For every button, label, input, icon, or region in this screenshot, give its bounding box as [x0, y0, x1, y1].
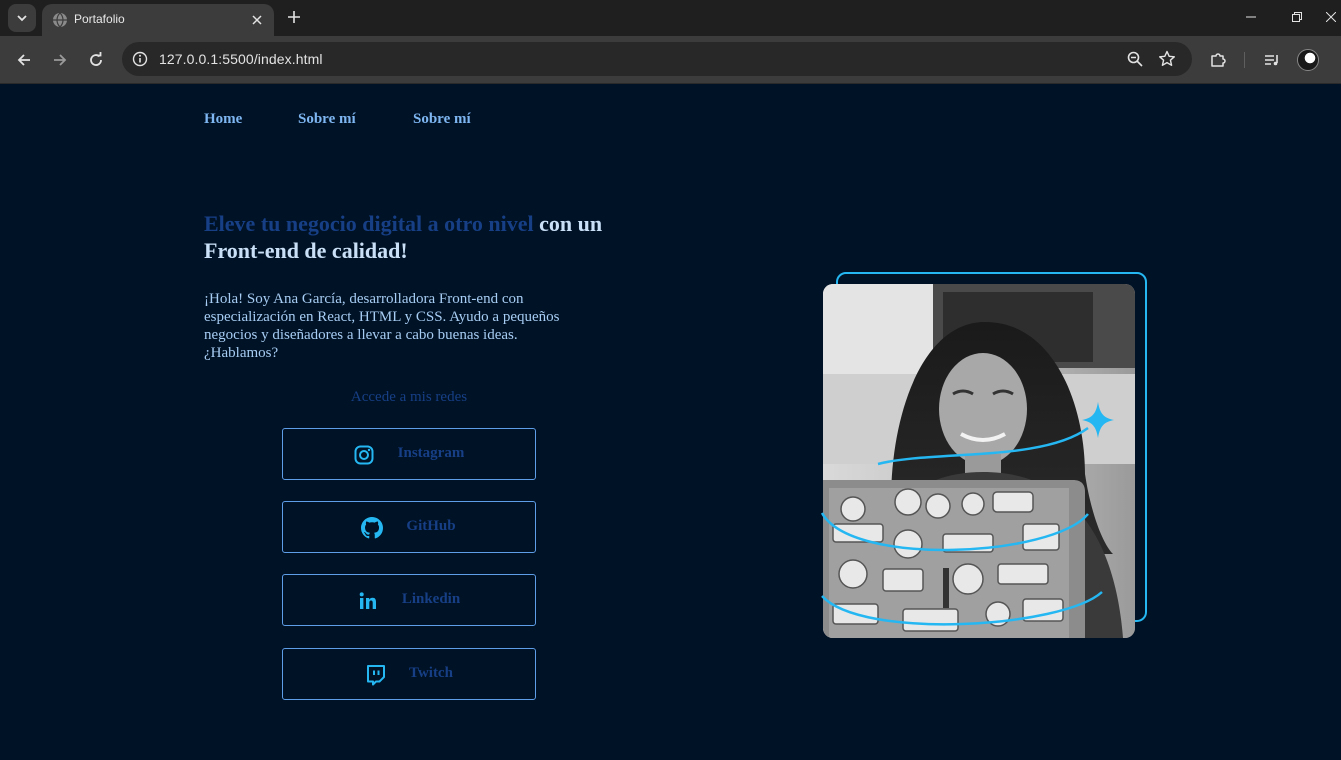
reload-icon	[90, 52, 102, 66]
profile-avatar[interactable]	[1297, 49, 1319, 71]
globe-icon	[53, 12, 67, 28]
close-icon	[252, 15, 262, 25]
reload-button[interactable]	[84, 48, 108, 72]
close-window-button[interactable]	[1320, 0, 1341, 34]
new-tab-button[interactable]	[284, 7, 304, 27]
tab-close-button[interactable]	[248, 11, 266, 29]
close-icon	[1325, 12, 1336, 22]
nav-link-home[interactable]: Home	[204, 111, 298, 128]
minimize-icon	[1246, 16, 1256, 18]
browser-toolbar: 127.0.0.1:5500/index.html	[0, 36, 1341, 84]
nav-link-sobre-mi[interactable]: Sobre mí	[298, 111, 413, 128]
instagram-button[interactable]: Instagram	[282, 428, 536, 480]
bookmark-star-icon[interactable]	[1158, 50, 1176, 68]
chevron-down-icon	[17, 15, 27, 22]
minimize-button[interactable]	[1228, 0, 1274, 34]
restore-button[interactable]	[1274, 0, 1320, 34]
puzzle-icon	[1211, 53, 1226, 67]
github-label: GitHub	[406, 518, 456, 534]
instagram-label: Instagram	[397, 445, 465, 461]
toolbar-separator	[1244, 52, 1245, 68]
restore-icon	[1292, 12, 1302, 22]
twitch-button[interactable]: Twitch	[282, 648, 536, 700]
hero-title-accent: Eleve tu negocio digital a otro nivel	[204, 211, 534, 236]
forward-button[interactable]	[48, 48, 72, 72]
hero-title: Eleve tu negocio digital a otro nivel co…	[204, 210, 624, 264]
decorative-orbit-lines	[820, 402, 1114, 626]
nav-link-sobre-mi-2[interactable]: Sobre mí	[413, 111, 471, 128]
zoom-icon[interactable]	[1126, 50, 1144, 68]
hero-description: ¡Hola! Soy Ana García, desarrolladora Fr…	[204, 291, 560, 361]
address-bar[interactable]: 127.0.0.1:5500/index.html	[122, 42, 1192, 76]
tab-title: Portafolio	[74, 12, 125, 26]
main-nav: Home Sobre mí Sobre mí	[204, 111, 471, 128]
site-info-icon[interactable]	[132, 51, 148, 67]
arrow-right-icon	[54, 54, 67, 66]
linkedin-label: Linkedin	[401, 591, 461, 607]
linkedin-button[interactable]: Linkedin	[282, 574, 536, 626]
github-button[interactable]: GitHub	[282, 501, 536, 553]
tab-search-button[interactable]	[8, 4, 36, 32]
plus-icon	[288, 11, 300, 23]
back-button[interactable]	[12, 48, 36, 72]
media-controls-button[interactable]	[1262, 50, 1282, 70]
social-section-label: Accede a mis redes	[350, 389, 468, 405]
arrow-left-icon	[17, 54, 30, 66]
sparkle-star-icon	[1082, 402, 1114, 438]
extensions-button[interactable]	[1208, 50, 1228, 70]
browser-tab[interactable]: Portafolio	[42, 4, 274, 36]
browser-tab-bar: Portafolio	[0, 0, 1341, 36]
twitch-label: Twitch	[409, 665, 453, 681]
url-text[interactable]: 127.0.0.1:5500/index.html	[159, 51, 323, 67]
portfolio-page: Home Sobre mí Sobre mí Eleve tu negocio …	[0, 84, 1341, 760]
media-queue-icon	[1265, 55, 1278, 66]
